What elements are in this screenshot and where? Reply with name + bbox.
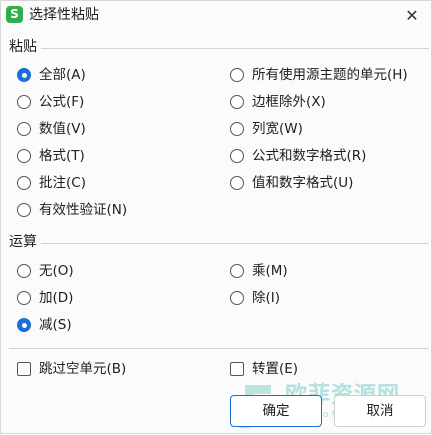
transpose-label: 转置(E) xyxy=(252,360,299,377)
radio-comments[interactable] xyxy=(17,176,31,190)
paste-option-column-widths[interactable]: 列宽(W) xyxy=(230,119,303,139)
paste-option-formulas-number-formats[interactable]: 公式和数字格式(R) xyxy=(230,146,366,166)
paste-option-all[interactable]: 全部(A) xyxy=(17,65,86,85)
radio-all-source-theme[interactable] xyxy=(230,68,244,82)
paste-option-all-source-theme[interactable]: 所有使用源主题的单元(H) xyxy=(230,65,408,85)
operation-option-label: 乘(M) xyxy=(252,262,288,279)
paste-section-divider xyxy=(41,48,429,49)
paste-option-label: 批注(C) xyxy=(39,174,86,191)
paste-option-label: 数值(V) xyxy=(39,120,86,137)
radio-formulas-number-formats[interactable] xyxy=(230,149,244,163)
paste-option-label: 公式(F) xyxy=(39,93,85,110)
radio-add[interactable] xyxy=(17,291,31,305)
radio-all-selected[interactable] xyxy=(17,68,31,82)
paste-option-comments[interactable]: 批注(C) xyxy=(17,173,86,193)
radio-except-borders[interactable] xyxy=(230,95,244,109)
paste-option-formulas[interactable]: 公式(F) xyxy=(17,92,84,112)
close-icon[interactable]: ✕ xyxy=(401,5,423,27)
operation-option-multiply[interactable]: 乘(M) xyxy=(230,261,288,281)
radio-divide[interactable] xyxy=(230,291,244,305)
skip-blanks-checkbox[interactable] xyxy=(17,362,31,376)
operation-option-label: 无(O) xyxy=(39,262,74,279)
paste-option-label: 列宽(W) xyxy=(252,120,303,137)
transpose-checkbox[interactable] xyxy=(230,362,244,376)
ok-button[interactable]: 确定 xyxy=(230,395,322,427)
operation-option-subtract[interactable]: 减(S) xyxy=(17,315,72,335)
paste-option-label: 格式(T) xyxy=(39,147,85,164)
operation-section-label: 运算 xyxy=(9,234,37,250)
radio-subtract-selected[interactable] xyxy=(17,318,31,332)
paste-option-label: 公式和数字格式(R) xyxy=(252,147,367,164)
paste-option-label: 全部(A) xyxy=(39,66,86,83)
paste-option-label: 有效性验证(N) xyxy=(39,201,128,218)
paste-option-label: 边框除外(X) xyxy=(252,93,326,110)
radio-validation[interactable] xyxy=(17,203,31,217)
operation-option-label: 加(D) xyxy=(39,289,74,306)
cancel-button[interactable]: 取消 xyxy=(334,395,426,427)
operation-section-divider xyxy=(41,243,429,244)
radio-none[interactable] xyxy=(17,264,31,278)
operation-option-none[interactable]: 无(O) xyxy=(17,261,74,281)
skip-blanks-label: 跳过空单元(B) xyxy=(39,360,127,377)
paste-section-label: 粘贴 xyxy=(9,39,37,55)
radio-values-number-formats[interactable] xyxy=(230,176,244,190)
operation-option-label: 除(I) xyxy=(252,289,281,306)
skip-blanks-option[interactable]: 跳过空单元(B) xyxy=(17,359,126,379)
radio-values[interactable] xyxy=(17,122,31,136)
title-bar: S 选择性粘贴 ✕ xyxy=(1,1,431,31)
paste-option-values[interactable]: 数值(V) xyxy=(17,119,86,139)
radio-column-widths[interactable] xyxy=(230,122,244,136)
transpose-option[interactable]: 转置(E) xyxy=(230,359,298,379)
paste-option-formats[interactable]: 格式(T) xyxy=(17,146,85,166)
wps-spreadsheet-icon: S xyxy=(6,6,23,23)
operation-option-label: 减(S) xyxy=(39,316,72,333)
app-icon-glyph: S xyxy=(10,7,19,21)
paste-option-except-borders[interactable]: 边框除外(X) xyxy=(230,92,326,112)
radio-formats[interactable] xyxy=(17,149,31,163)
radio-formulas[interactable] xyxy=(17,95,31,109)
options-divider xyxy=(9,348,429,349)
radio-multiply[interactable] xyxy=(230,264,244,278)
paste-option-label: 值和数字格式(U) xyxy=(252,174,354,191)
paste-option-values-number-formats[interactable]: 值和数字格式(U) xyxy=(230,173,353,193)
operation-option-add[interactable]: 加(D) xyxy=(17,288,73,308)
dialog-title: 选择性粘贴 xyxy=(29,7,99,23)
paste-special-dialog: S 选择性粘贴 ✕ 粘贴 全部(A) 公式(F) 数值(V) 格式(T) 批注(… xyxy=(0,0,432,434)
operation-option-divide[interactable]: 除(I) xyxy=(230,288,280,308)
paste-option-validation[interactable]: 有效性验证(N) xyxy=(17,200,127,220)
paste-option-label: 所有使用源主题的单元(H) xyxy=(252,66,408,83)
